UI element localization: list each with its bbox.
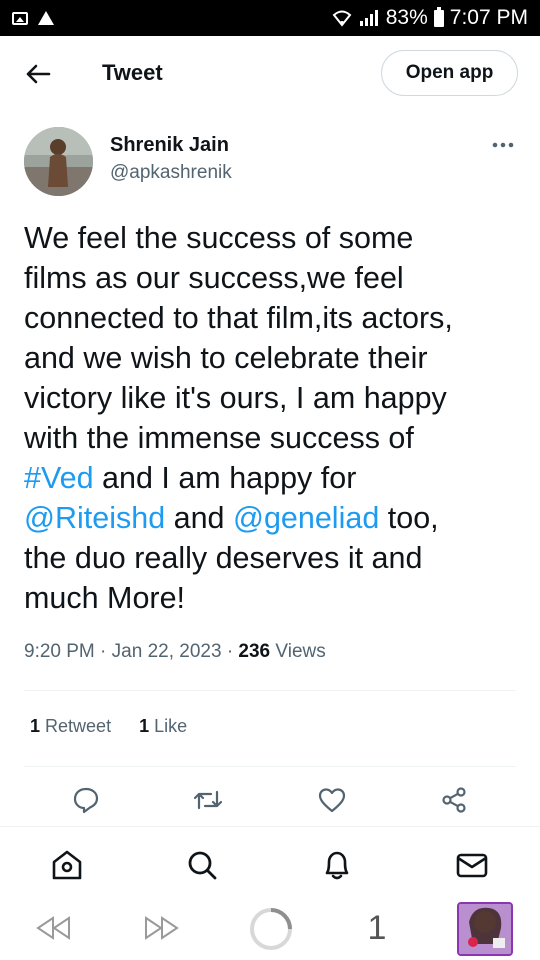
more-options-button[interactable] [489,135,517,155]
signal-icon [359,10,378,26]
tweet-stats: 1 Retweet 1 Like [30,716,187,737]
share-icon [442,787,466,813]
views-count: 236 [238,641,271,662]
browser-forward-button[interactable] [141,910,181,946]
like-count: 1 [139,716,150,736]
browser-bar: 1 [0,896,540,960]
retweet-label: Retweet [45,716,112,736]
hashtag-link[interactable]: #Ved [24,461,94,495]
battery-percent: 83% [385,6,428,29]
tweet-text-line: and we wish to celebrate their [24,341,428,375]
tweet-meta: 9:20 PM · Jan 22, 2023 · 236 Views [24,641,326,663]
like-icon [318,788,346,813]
tweet-date[interactable]: Jan 22, 2023 [112,641,222,662]
nav-notifications[interactable] [319,847,355,883]
page-title: Tweet [102,60,163,85]
tweet-text-line: the duo really deserves it and [24,541,423,575]
tweet-text-line: #Ved and I am happy for [24,458,520,498]
avatar-image [24,127,93,196]
notifications-icon [325,851,349,880]
back-button[interactable] [22,58,54,90]
views-label: Views [275,641,326,662]
wifi-icon [332,10,352,27]
tweet-text-fragment: too, [379,501,439,535]
rewind-icon [36,916,70,940]
retweet-count: 1 [30,716,41,736]
author-name[interactable]: Shrenik Jain [110,134,229,157]
divider [24,690,516,691]
tab-count[interactable]: 1 [362,906,392,950]
open-app-button[interactable]: Open app [381,50,518,96]
more-icon [492,142,514,148]
reply-button[interactable] [70,784,102,816]
retweet-stat[interactable]: 1 Retweet [30,716,111,737]
like-button[interactable] [316,784,348,816]
tweet-header: Tweet Open app [0,36,540,112]
tab-thumbnail[interactable] [457,902,513,956]
image-icon [12,11,28,25]
reply-icon [73,787,99,814]
tweet-text-fragment: and I am happy for [93,461,357,495]
author-handle[interactable]: @apkashrenik [110,162,232,184]
meta-separator: · [100,641,112,662]
browser-loading-button[interactable] [248,906,294,952]
tweet-text-line: victory like it's ours, I am happy [24,381,447,415]
nav-search[interactable] [184,847,220,883]
fast-forward-icon [145,916,179,940]
mention-link[interactable]: @geneliad [233,501,379,535]
tweet-time[interactable]: 9:20 PM [24,641,95,662]
arrow-left-icon [26,64,51,84]
status-bar-left [12,11,54,25]
browser-back-button[interactable] [34,910,74,946]
retweet-button[interactable] [192,784,224,816]
tweet-text: We feel the success of some films as our… [24,218,520,618]
tweet-text-line: films as our success,we feel [24,261,404,295]
warning-icon [38,11,54,25]
search-icon [188,851,217,880]
tab-thumbnail-image [459,904,511,954]
retweet-icon [193,790,223,810]
status-bar-right: 83% 7:07 PM [332,6,528,30]
home-icon [52,850,82,880]
messages-icon [456,853,488,878]
tweet-text-fragment: and [165,501,233,535]
status-bar: 83% 7:07 PM [0,0,540,36]
bottom-nav [0,826,540,896]
like-stat[interactable]: 1 Like [139,716,187,737]
mention-link[interactable]: @Riteishd [24,501,165,535]
tweet-text-line: We feel the success of some [24,221,414,255]
tweet-text-line: much More! [24,581,186,615]
divider [24,766,516,767]
nav-messages[interactable] [454,847,490,883]
tweet-text-line: @Riteishd and @geneliad too, [24,498,520,538]
meta-separator: · [226,641,239,662]
share-button[interactable] [438,784,470,816]
avatar[interactable] [24,127,93,196]
nav-home[interactable] [49,847,85,883]
loading-spinner-icon [250,908,292,950]
battery-icon [433,6,444,27]
tweet-text-line: connected to that film,its actors, [24,301,453,335]
tweet-text-line: with the immense success of [24,421,414,455]
like-label: Like [154,716,188,736]
status-time: 7:07 PM [449,6,528,29]
